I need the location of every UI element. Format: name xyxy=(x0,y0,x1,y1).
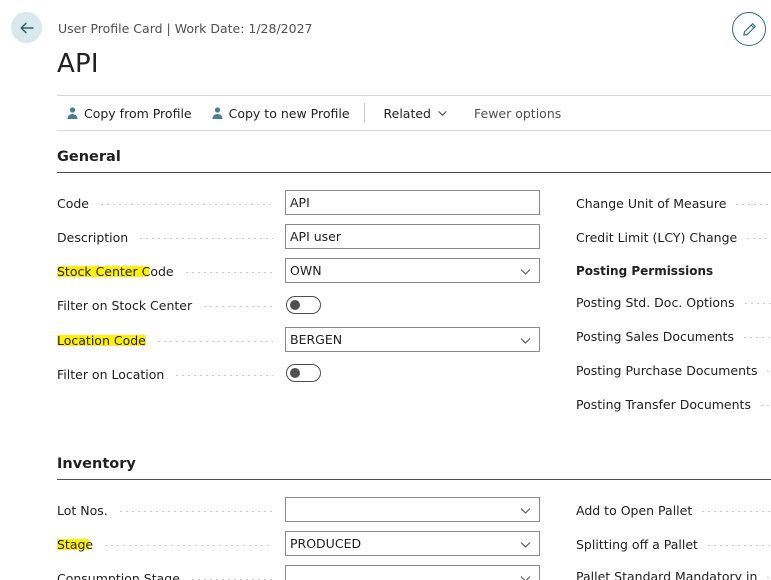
code-input[interactable]: API xyxy=(285,190,540,215)
filter-on-location-toggle[interactable] xyxy=(286,364,321,382)
chevron-down-icon xyxy=(520,269,531,275)
group-title-posting-permissions: Posting Permissions xyxy=(576,264,714,278)
page-title: API xyxy=(57,49,99,79)
field-label: Filter on Location xyxy=(57,367,283,382)
field-filter-on-stock-center: Filter on Stock Center xyxy=(57,292,321,318)
field-posting-sales-documents[interactable]: Posting Sales Documents xyxy=(576,323,771,349)
back-button[interactable] xyxy=(11,12,42,43)
description-input[interactable]: API user xyxy=(285,224,540,249)
consumption-stage-select[interactable] xyxy=(285,565,540,580)
field-add-to-open-pallet[interactable]: Add to Open Pallet xyxy=(576,497,771,523)
copy-from-profile-button[interactable]: Copy from Profile xyxy=(57,96,202,130)
field-lot-nos: Lot Nos. xyxy=(57,497,540,523)
stock-center-code-select[interactable]: OWN xyxy=(285,258,540,283)
pencil-icon xyxy=(742,22,756,36)
stage-select[interactable]: PRODUCED xyxy=(285,531,540,556)
person-icon xyxy=(67,107,78,119)
edit-button[interactable] xyxy=(732,12,766,46)
fewer-options-label: Fewer options xyxy=(474,105,562,121)
field-posting-std-doc-options[interactable]: Posting Std. Doc. Options xyxy=(576,289,771,315)
related-menu[interactable]: Related xyxy=(374,96,464,130)
field-pallet-standard-mandatory[interactable]: Pallet Standard Mandatory in xyxy=(576,563,771,580)
related-label: Related xyxy=(383,105,431,121)
field-posting-purchase-documents[interactable]: Posting Purchase Documents xyxy=(576,357,771,383)
field-change-unit-of-measure[interactable]: Change Unit of Measure xyxy=(576,190,771,216)
field-stage: Stage PRODUCED xyxy=(57,531,540,557)
field-location-code: Location Code BERGEN xyxy=(57,327,540,353)
section-title-inventory: Inventory xyxy=(57,456,136,472)
chevron-down-icon xyxy=(520,338,531,344)
breadcrumb: User Profile Card | Work Date: 1/28/2027 xyxy=(58,21,313,36)
copy-from-profile-label: Copy from Profile xyxy=(84,105,192,121)
field-description: Description API user xyxy=(57,224,540,250)
copy-to-new-profile-label: Copy to new Profile xyxy=(228,105,350,121)
field-label: Location Code xyxy=(57,333,283,348)
field-label: Consumption Stage xyxy=(57,571,283,580)
field-consumption-stage: Consumption Stage xyxy=(57,565,540,580)
lot-nos-select[interactable] xyxy=(285,497,540,522)
person-icon xyxy=(212,107,223,119)
field-splitting-off-a-pallet[interactable]: Splitting off a Pallet xyxy=(576,531,771,557)
location-code-select[interactable]: BERGEN xyxy=(285,327,540,352)
chevron-down-icon xyxy=(438,110,447,116)
filter-on-stock-center-toggle[interactable] xyxy=(286,296,321,314)
copy-to-new-profile-button[interactable]: Copy to new Profile xyxy=(202,96,360,130)
toolbar-divider xyxy=(363,103,365,123)
section-title-general: General xyxy=(57,149,121,165)
chevron-down-icon xyxy=(520,576,531,580)
fewer-options-button[interactable]: Fewer options xyxy=(464,96,571,130)
field-credit-limit-change[interactable]: Credit Limit (LCY) Change xyxy=(576,224,771,250)
chevron-down-icon xyxy=(520,542,531,548)
field-posting-transfer-documents[interactable]: Posting Transfer Documents xyxy=(576,391,771,417)
arrow-left-icon xyxy=(20,22,34,33)
field-label: Filter on Stock Center xyxy=(57,298,283,313)
chevron-down-icon xyxy=(520,508,531,514)
section-divider xyxy=(57,172,771,173)
field-label: Stock Center Code xyxy=(57,264,283,279)
field-label: Description xyxy=(57,230,283,245)
field-stock-center-code: Stock Center Code OWN xyxy=(57,258,540,284)
section-divider xyxy=(57,479,771,480)
field-label: Code xyxy=(57,196,283,211)
field-label: Stage xyxy=(57,537,283,552)
field-label: Lot Nos. xyxy=(57,503,283,518)
field-code: Code API xyxy=(57,190,540,216)
field-filter-on-location: Filter on Location xyxy=(57,361,321,387)
action-bar: Copy from Profile Copy to new Profile Re… xyxy=(57,95,771,131)
